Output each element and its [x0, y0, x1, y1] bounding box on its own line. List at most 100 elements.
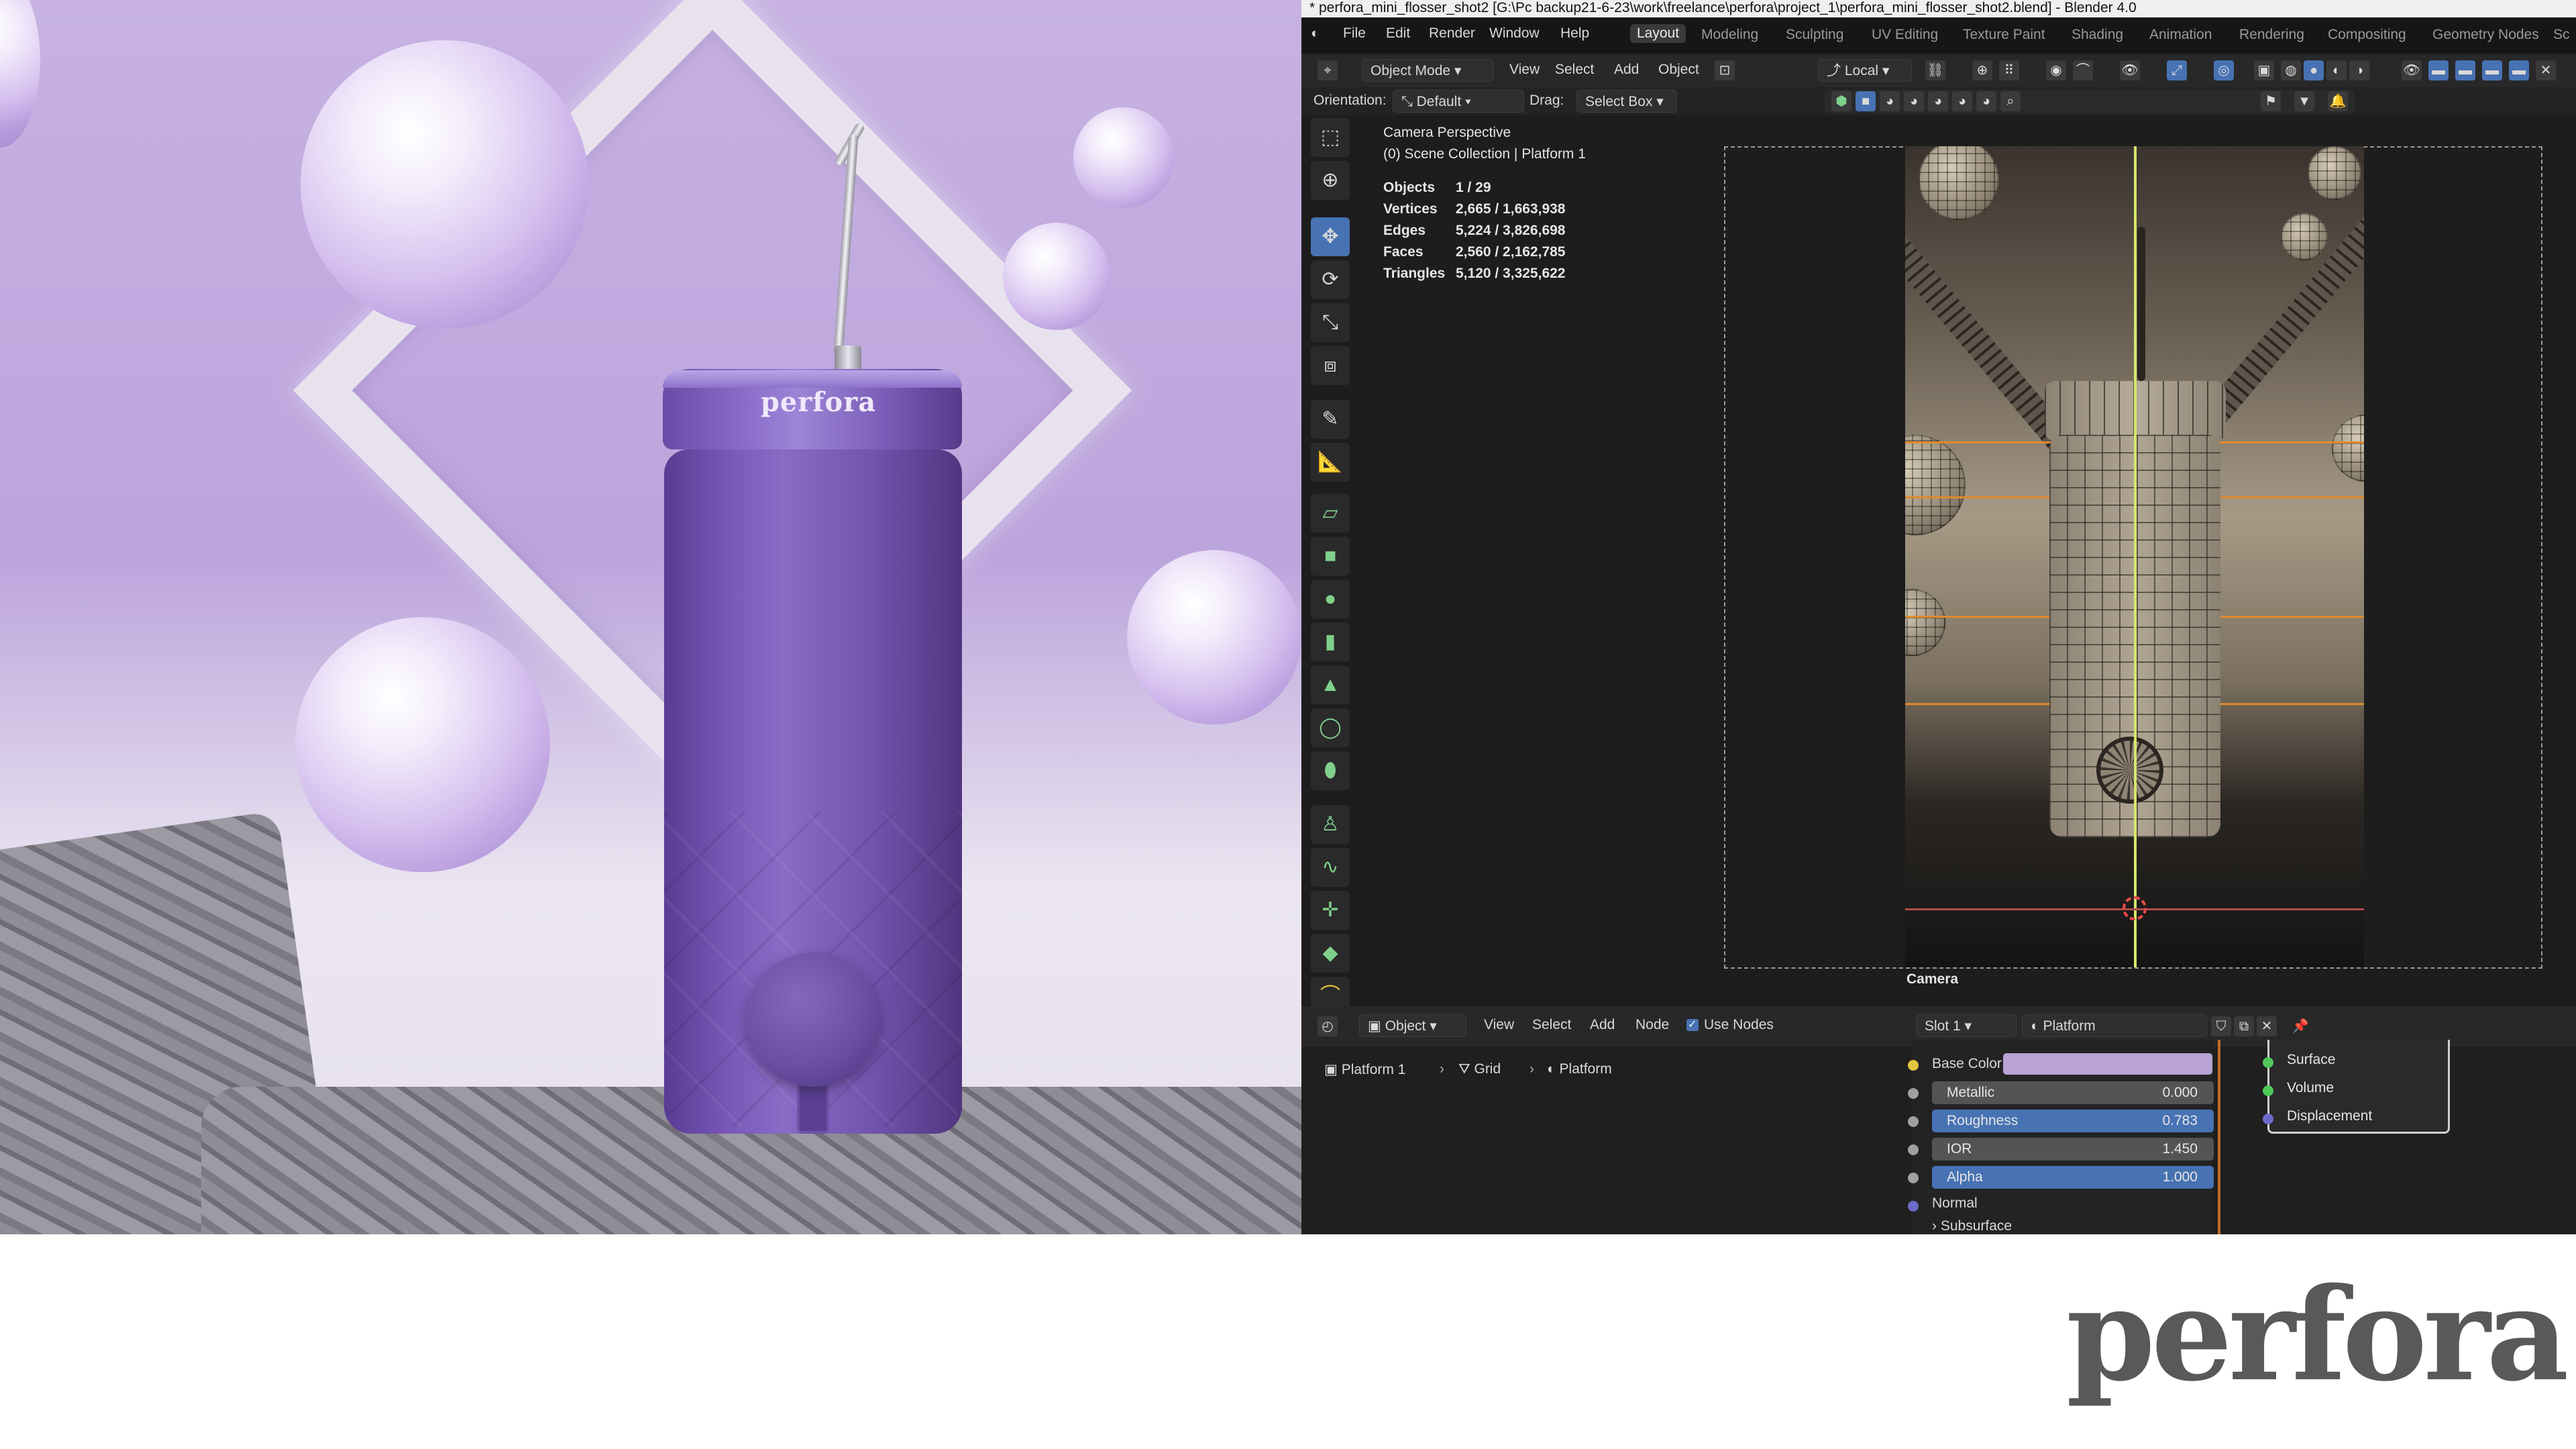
ior-field[interactable]: IOR 1.450: [1932, 1138, 2214, 1161]
select-box-tool-icon[interactable]: ⬚: [1311, 118, 1350, 157]
tab-animation[interactable]: Animation: [2149, 27, 2212, 43]
snap-icon[interactable]: ⊕: [1972, 60, 1992, 80]
transform-tool-icon[interactable]: ⧈: [1311, 346, 1350, 385]
add-armature-tool-icon[interactable]: ♙: [1311, 805, 1350, 844]
tab-geometry-nodes[interactable]: Geometry Nodes: [2432, 27, 2539, 43]
menu-help[interactable]: Help: [1560, 25, 1589, 42]
wireframe-shading-icon[interactable]: ◍: [2281, 60, 2301, 80]
mode-dropdown[interactable]: Object Mode ▾: [1362, 59, 1493, 82]
bell-icon[interactable]: 🔔: [2328, 91, 2348, 111]
pivot-icon[interactable]: ⛓: [1925, 60, 1945, 80]
socket[interactable]: [1908, 1060, 1919, 1071]
tab-compositing[interactable]: Compositing: [2328, 27, 2406, 43]
material-shading-icon[interactable]: ◐: [2326, 60, 2347, 80]
menu-file[interactable]: File: [1343, 25, 1366, 42]
subsurface-panel[interactable]: › Subsurface: [1932, 1218, 2012, 1234]
rendered-shading-icon[interactable]: ◑: [2349, 60, 2369, 80]
socket[interactable]: [1908, 1088, 1919, 1099]
blender-logo-icon[interactable]: ◐: [1311, 25, 1320, 42]
node-editor-type-icon[interactable]: ◴: [1318, 1016, 1338, 1036]
material-output-node[interactable]: Surface Volume Displacement: [2263, 1040, 2450, 1134]
principled-bsdf-node[interactable]: Base Color Metallic 0.000 Roughness 0.783 …: [1908, 1040, 2214, 1234]
socket[interactable]: [1908, 1201, 1919, 1212]
add-curve-tool-icon[interactable]: ∿: [1311, 848, 1350, 887]
add-cylinder-tool-icon[interactable]: ▮: [1311, 623, 1350, 661]
close-icon[interactable]: ✕: [2257, 1016, 2277, 1036]
slot-dropdown[interactable]: Slot 1 ▾: [1916, 1014, 2017, 1037]
move-tool-icon[interactable]: ✥: [1311, 217, 1350, 256]
tab-texture-paint[interactable]: Texture Paint: [1963, 27, 2045, 43]
tab-modeling[interactable]: Modeling: [1701, 27, 1758, 43]
rotate-tool-icon[interactable]: ⟳: [1311, 260, 1350, 299]
visibility-icon[interactable]: 👁: [2120, 60, 2140, 80]
socket[interactable]: [2263, 1085, 2273, 1096]
toggle-icon[interactable]: ▬: [2428, 60, 2449, 80]
toggle-icon[interactable]: ▬: [2482, 60, 2502, 80]
roughness-field[interactable]: Roughness 0.783: [1932, 1110, 2214, 1132]
add-plane-tool-icon[interactable]: ▱: [1311, 494, 1350, 533]
editor-type-icon[interactable]: ⌖: [1318, 60, 1338, 80]
annotate-tool-icon[interactable]: ✎: [1311, 400, 1350, 439]
alpha-field[interactable]: Alpha 1.000: [1932, 1166, 2214, 1189]
close-icon[interactable]: ✕: [2536, 60, 2556, 80]
material-icon[interactable]: ◕: [1880, 91, 1900, 111]
add-sphere-tool-icon[interactable]: ●: [1311, 580, 1350, 619]
add-light-tool-icon[interactable]: ◆: [1311, 934, 1350, 973]
orientation-dropdown[interactable]: ⤡ Default ▾: [1393, 90, 1524, 113]
viewport-menu-select[interactable]: Select: [1555, 62, 1594, 78]
material-icon[interactable]: ◕: [1904, 91, 1924, 111]
material-selector[interactable]: ◐ Platform: [2022, 1014, 2207, 1037]
search-icon[interactable]: ⌕: [2000, 91, 2021, 111]
socket[interactable]: [1908, 1144, 1919, 1155]
tab-layout[interactable]: Layout: [1630, 24, 1686, 43]
tab-uv-editing[interactable]: UV Editing: [1872, 27, 1938, 43]
breadcrumb-mesh[interactable]: ⛛ Grid: [1458, 1061, 1501, 1077]
breadcrumb-material[interactable]: ◐ Platform: [1547, 1061, 1612, 1077]
bookmark-icon[interactable]: ⚑: [2261, 91, 2281, 111]
use-nodes-checkbox[interactable]: Use Nodes: [1686, 1017, 1774, 1033]
transform-orientation-dropdown[interactable]: ⤴ Local ▾: [1818, 59, 1912, 82]
gizmo-icon[interactable]: ⤢: [2167, 60, 2187, 80]
add-cone-tool-icon[interactable]: ▲: [1311, 665, 1350, 704]
menu-window[interactable]: Window: [1489, 25, 1540, 42]
tab-sculpting[interactable]: Sculpting: [1786, 27, 1843, 43]
socket[interactable]: [2263, 1114, 2273, 1124]
cursor-tool-icon[interactable]: ⊕: [1311, 161, 1350, 200]
node-menu-select[interactable]: Select: [1532, 1017, 1571, 1033]
camera-viewport[interactable]: [1905, 146, 2364, 967]
object-type-icon[interactable]: ■: [1856, 91, 1876, 111]
add-empty-tool-icon[interactable]: ✛: [1311, 891, 1350, 930]
add-cube-tool-icon[interactable]: ■: [1311, 537, 1350, 576]
scale-tool-icon[interactable]: ⤡: [1311, 303, 1350, 342]
solid-shading-icon[interactable]: ●: [2304, 60, 2324, 80]
add-capsule-tool-icon[interactable]: ⬮: [1311, 751, 1350, 790]
filter-icon[interactable]: ⬢: [1831, 91, 1851, 111]
pin-icon[interactable]: 📌: [2290, 1016, 2310, 1036]
breadcrumb-object[interactable]: ▣ Platform 1: [1324, 1061, 1405, 1078]
socket[interactable]: [1908, 1116, 1919, 1127]
duplicate-icon[interactable]: ⧉: [2234, 1016, 2254, 1036]
menu-render[interactable]: Render: [1429, 25, 1475, 42]
material-icon[interactable]: ◕: [1976, 91, 1996, 111]
shield-icon[interactable]: ⛉: [2211, 1016, 2231, 1036]
socket[interactable]: [1908, 1173, 1919, 1183]
falloff-icon[interactable]: ⌒: [2073, 60, 2093, 80]
3d-cursor-icon[interactable]: [2123, 896, 2147, 920]
tab-shading[interactable]: Shading: [2072, 27, 2123, 43]
tab-scripting[interactable]: Sc: [2553, 27, 2570, 43]
tab-rendering[interactable]: Rendering: [2239, 27, 2304, 43]
socket[interactable]: [2263, 1057, 2273, 1068]
drag-dropdown[interactable]: Select Box ▾: [1576, 90, 1677, 113]
shader-type-dropdown[interactable]: ▣ Object ▾: [1359, 1014, 1466, 1037]
overlays-icon[interactable]: ◎: [2214, 60, 2234, 80]
metallic-field[interactable]: Metallic 0.000: [1932, 1081, 2214, 1104]
xray-icon[interactable]: ▣: [2254, 60, 2274, 80]
add-torus-tool-icon[interactable]: ◯: [1311, 708, 1350, 747]
viewport-menu-view[interactable]: View: [1509, 62, 1540, 78]
base-color-swatch[interactable]: [2003, 1053, 2212, 1075]
viewport-menu-object[interactable]: Object: [1658, 62, 1699, 78]
overlay-icon[interactable]: ⊡: [1715, 60, 1735, 80]
material-icon[interactable]: ◕: [1952, 91, 1972, 111]
measure-tool-icon[interactable]: 📐: [1311, 443, 1350, 482]
node-menu-node[interactable]: Node: [1635, 1017, 1669, 1033]
